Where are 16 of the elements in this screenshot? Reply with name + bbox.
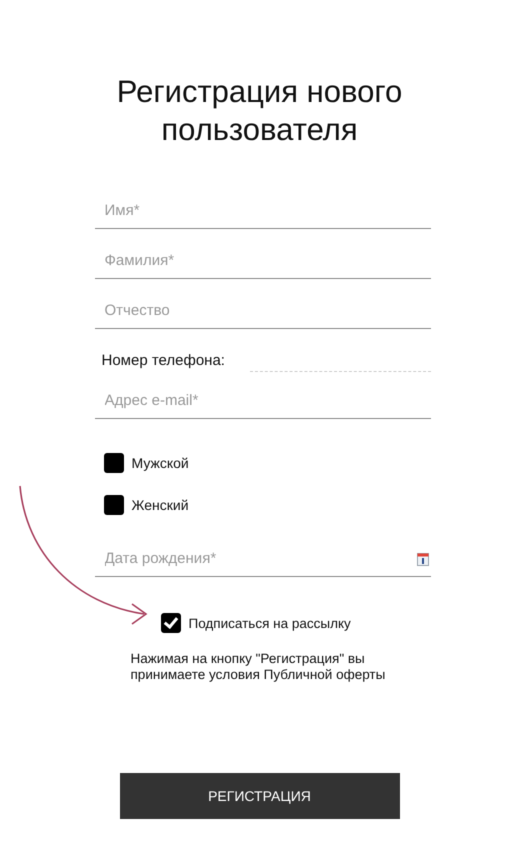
input-field[interactable]: Фамилия* (94, 243, 430, 279)
calendar-icon[interactable] (416, 553, 428, 566)
input-field[interactable]: Адрес e-mail* (94, 383, 430, 419)
input-field[interactable]: Имя* (94, 193, 430, 229)
checkbox-label: Подписаться на рассылку (188, 616, 351, 630)
notice-text: Нажимая на кнопку "Регистрация" вы принимаете условия Публичной оферты (130, 651, 386, 683)
page-title: Регистрация нового пользователя (116, 73, 404, 149)
register-button[interactable]: РЕГИСТРАЦИЯ (120, 773, 400, 819)
radio-label: Мужской (132, 455, 189, 471)
date-field[interactable]: Дата рождения* (94, 541, 430, 577)
radio-button[interactable] (104, 495, 124, 515)
radio-button[interactable] (104, 453, 124, 473)
input-field[interactable]: Отчество (94, 293, 430, 329)
radio-label: Женский (132, 497, 189, 513)
checkbox[interactable] (160, 613, 180, 633)
phone-label: Номер телефона: (102, 352, 226, 368)
